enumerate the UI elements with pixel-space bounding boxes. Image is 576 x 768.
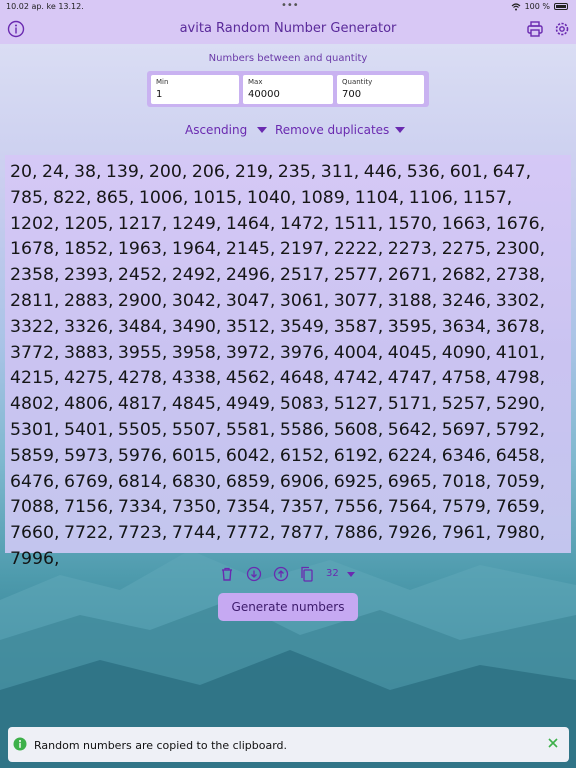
trash-icon[interactable] xyxy=(219,566,235,582)
sort-label: Ascending xyxy=(185,123,248,137)
generate-button[interactable]: Generate numbers xyxy=(218,593,358,621)
status-right: 100 % xyxy=(511,2,568,11)
close-icon[interactable] xyxy=(547,737,559,749)
min-value: 1 xyxy=(156,89,163,100)
max-label: Max xyxy=(248,78,263,86)
info-circle-icon xyxy=(13,737,27,751)
chevron-down-icon xyxy=(395,127,406,133)
numbers-output[interactable]: 20, 24, 38, 139, 200, 206, 219, 235, 311… xyxy=(5,155,571,569)
status-time: 10.02 ap. ke 13.12. xyxy=(6,2,84,11)
form-subtitle: Numbers between and quantity xyxy=(208,53,368,64)
quantity-value: 700 xyxy=(342,89,362,100)
copy-icon[interactable] xyxy=(299,566,315,582)
min-label: Min xyxy=(156,78,169,86)
wifi-icon xyxy=(511,2,521,10)
gear-icon[interactable] xyxy=(553,20,571,38)
chevron-down-icon[interactable] xyxy=(347,572,355,577)
quantity-label: Quantity xyxy=(342,78,373,86)
print-icon[interactable] xyxy=(526,20,544,38)
duplicates-label: Remove duplicates xyxy=(275,123,390,137)
download-icon[interactable] xyxy=(246,566,262,582)
battery-percent: 100 % xyxy=(524,2,550,11)
app-header: avita Random Number Generator xyxy=(0,14,576,44)
max-value: 40000 xyxy=(248,89,280,100)
toast-message: Random numbers are copied to the clipboa… xyxy=(34,739,288,752)
output-toolbar: 32 xyxy=(0,564,576,584)
multitasking-dots[interactable]: ••• xyxy=(281,0,299,11)
min-field[interactable]: Min 1 xyxy=(151,75,239,104)
sort-dropdown[interactable]: Ascending xyxy=(185,123,268,137)
max-field[interactable]: Max 40000 xyxy=(243,75,333,104)
upload-icon[interactable] xyxy=(273,566,289,582)
chevron-down-icon xyxy=(257,127,268,133)
options-row: Ascending Remove duplicates xyxy=(0,123,576,141)
duplicates-dropdown[interactable]: Remove duplicates xyxy=(275,123,406,137)
battery-icon xyxy=(554,3,568,10)
toast-notification: Random numbers are copied to the clipboa… xyxy=(8,727,569,762)
app-title: avita Random Number Generator xyxy=(179,21,397,36)
status-bar: 10.02 ap. ke 13.12. ••• 100 % xyxy=(0,0,576,14)
font-size-value[interactable]: 32 xyxy=(326,568,339,579)
range-inputs: Min 1 Max 40000 Quantity 700 xyxy=(147,71,429,107)
numbers-text: 20, 24, 38, 139, 200, 206, 219, 235, 311… xyxy=(10,162,546,569)
quantity-field[interactable]: Quantity 700 xyxy=(337,75,424,104)
